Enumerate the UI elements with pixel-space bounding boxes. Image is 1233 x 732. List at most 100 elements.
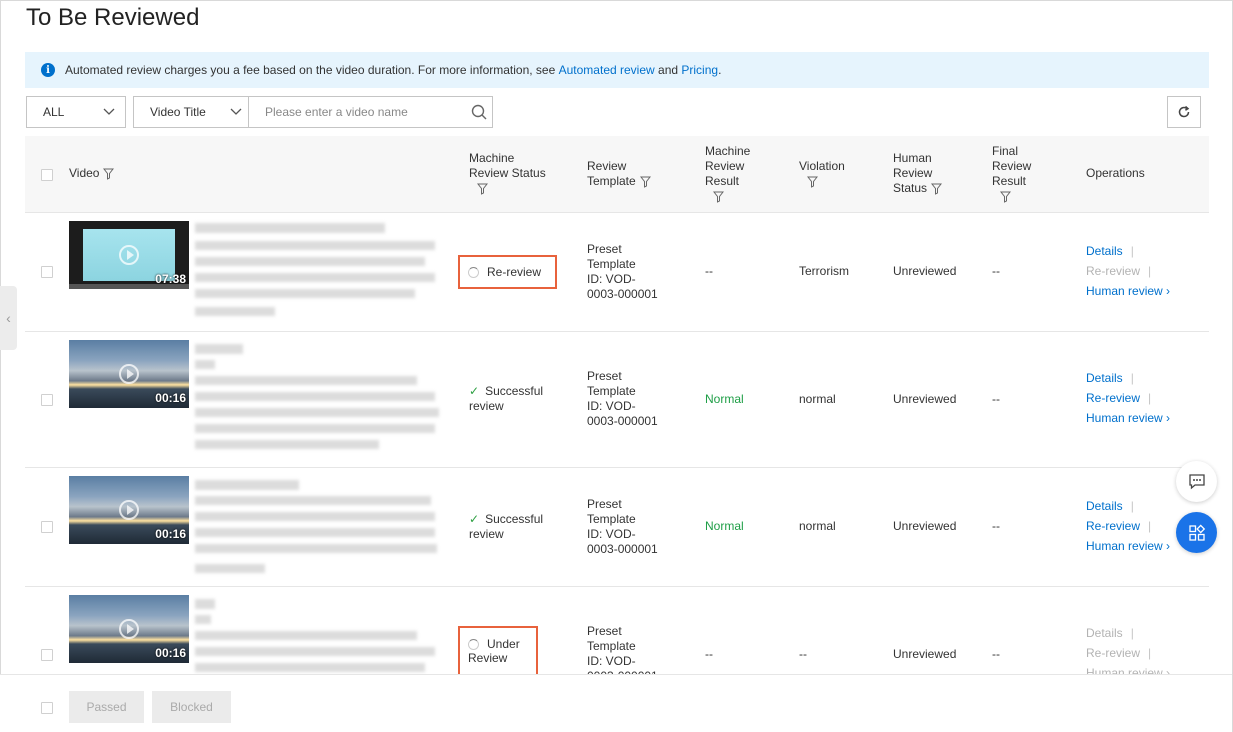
column-label-line: Review — [587, 159, 627, 173]
redacted-text — [195, 440, 379, 449]
chevron-right-icon: › — [1166, 539, 1171, 553]
human-review-link[interactable]: Human review › — [1086, 536, 1170, 556]
column-label-line: Machine — [705, 144, 751, 158]
video-thumbnail[interactable]: 00:16 — [69, 476, 189, 544]
redacted-text — [195, 631, 417, 640]
machine-status-line: review — [469, 399, 504, 413]
loading-icon — [468, 266, 479, 278]
play-icon — [119, 619, 139, 639]
template-line: ID: VOD- — [587, 527, 636, 541]
redacted-text — [195, 241, 435, 250]
play-icon — [119, 245, 139, 265]
machine-result: Normal — [705, 519, 744, 533]
row-checkbox[interactable] — [41, 521, 53, 533]
details-link[interactable]: Details | — [1086, 496, 1170, 516]
status-select[interactable]: ALL — [26, 96, 126, 128]
row-checkbox[interactable] — [41, 266, 53, 278]
column-label-line: Result — [705, 174, 740, 188]
operations: Details | Re-review | Human review › — [1086, 496, 1170, 556]
batch-action-bar: Passed Blocked — [0, 674, 1232, 732]
operations: Details | Re-review | Human review › — [1086, 241, 1170, 301]
machine-status-highlight: Under Review — [458, 626, 538, 676]
machine-result: Normal — [705, 392, 744, 406]
human-status: Unreviewed — [893, 264, 957, 278]
redacted-text — [195, 599, 215, 609]
re-review-link[interactable]: Re-review | — [1086, 516, 1170, 536]
redacted-text — [195, 360, 215, 369]
column-label-line: Template — [587, 174, 636, 188]
batch-select-checkbox[interactable] — [41, 702, 53, 714]
column-label-line: Review Status — [469, 166, 546, 180]
details-link[interactable]: Details | — [1086, 241, 1170, 261]
human-status: Unreviewed — [893, 519, 957, 533]
apps-button[interactable] — [1176, 512, 1217, 553]
filter-icon[interactable] — [477, 183, 488, 195]
human-status: Unreviewed — [893, 392, 957, 406]
column-video: Video — [69, 166, 115, 181]
select-all-checkbox[interactable] — [41, 169, 53, 181]
machine-status-line: review — [469, 527, 504, 541]
video-duration: 00:16 — [155, 527, 186, 541]
play-icon — [119, 364, 139, 384]
video-thumbnail[interactable]: 00:16 — [69, 340, 189, 408]
notice-end: . — [718, 63, 722, 77]
human-status: Unreviewed — [893, 647, 957, 661]
final-result: -- — [992, 647, 1000, 661]
column-machine-status: Machine Review Status — [469, 151, 546, 196]
column-label-line: Review — [893, 166, 933, 180]
filter-icon[interactable] — [639, 176, 651, 188]
search-icon[interactable] — [466, 97, 492, 127]
re-review-link[interactable]: Re-review | — [1086, 261, 1170, 281]
passed-button[interactable]: Passed — [69, 691, 144, 723]
template-line: ID: VOD- — [587, 399, 636, 413]
redacted-text — [195, 307, 275, 316]
filter-icon[interactable] — [1000, 191, 1011, 203]
filter-icon[interactable] — [807, 176, 818, 188]
column-machine-result: Machine Review Result — [705, 144, 750, 204]
redacted-text — [195, 289, 415, 298]
details-link[interactable]: Details | — [1086, 368, 1170, 388]
redacted-text — [195, 408, 439, 417]
collapse-sidebar-tab[interactable]: ‹ — [0, 286, 17, 350]
human-review-link[interactable]: Human review › — [1086, 408, 1170, 428]
status-select-value: ALL — [43, 105, 65, 119]
chat-button[interactable] — [1176, 461, 1217, 502]
notice-and: and — [658, 63, 679, 77]
filter-icon[interactable] — [103, 168, 115, 180]
details-link[interactable]: Details | — [1086, 623, 1170, 643]
video-thumbnail[interactable]: 07:38 — [69, 221, 189, 289]
operations: Details | Re-review | Human review › — [1086, 368, 1170, 428]
chevron-down-icon — [103, 108, 115, 115]
pricing-link[interactable]: Pricing — [681, 63, 718, 77]
filter-icon[interactable] — [713, 191, 724, 203]
template-line: Preset — [587, 624, 622, 638]
row-checkbox[interactable] — [41, 394, 53, 406]
machine-result: -- — [705, 264, 713, 278]
re-review-link[interactable]: Re-review | — [1086, 388, 1170, 408]
play-icon — [119, 500, 139, 520]
template-line: Template — [587, 257, 636, 271]
review-template: Preset Template ID: VOD- 0003-000001 — [587, 242, 658, 302]
human-review-link[interactable]: Human review › — [1086, 281, 1170, 301]
refresh-icon — [1178, 105, 1190, 118]
filter-icon[interactable] — [931, 183, 943, 195]
automated-review-link[interactable]: Automated review — [559, 63, 655, 77]
re-review-link[interactable]: Re-review | — [1086, 643, 1170, 663]
search-input[interactable] — [249, 97, 466, 127]
check-icon: ✓ — [469, 384, 480, 398]
video-thumbnail[interactable]: 00:16 — [69, 595, 189, 663]
info-notice: i Automated review charges you a fee bas… — [25, 52, 1209, 88]
check-icon: ✓ — [469, 512, 480, 526]
row-checkbox[interactable] — [41, 649, 53, 661]
template-line: Preset — [587, 369, 622, 383]
column-label-line: Human — [893, 151, 932, 165]
field-select[interactable]: Video Title — [133, 96, 249, 128]
blocked-button[interactable]: Blocked — [152, 691, 231, 723]
template-line: Preset — [587, 497, 622, 511]
chevron-right-icon: › — [1166, 284, 1171, 298]
template-line: 0003-000001 — [587, 287, 658, 301]
redacted-text — [195, 257, 425, 266]
machine-status-line: Review — [468, 651, 508, 665]
refresh-button[interactable] — [1167, 96, 1201, 128]
loading-icon — [468, 639, 479, 651]
